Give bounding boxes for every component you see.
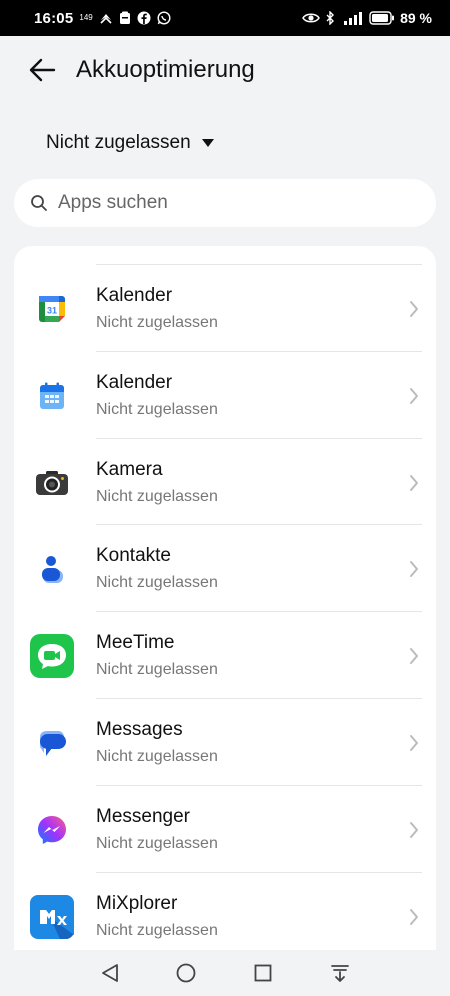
app-name: Kontakte [96,545,171,567]
filter-selected-value: Nicht zugelassen [46,132,191,153]
caret-down-icon [201,139,214,147]
chevron-right-icon [410,821,418,838]
bluetooth-icon [325,11,335,25]
battery-icon [369,11,395,25]
nav-home-button[interactable] [173,960,199,986]
recents-nav-icon [254,964,272,982]
app-name: Kalender [96,371,173,393]
search-icon [31,195,47,211]
app-status: Nicht zugelassen [96,487,218,505]
app-name: MeeTime [96,632,175,654]
app-status: Nicht zugelassen [96,574,218,592]
list-item[interactable]: Kalender Nicht zugelassen [14,352,436,439]
app-status: Nicht zugelassen [96,400,218,418]
notification-shade-icon [331,965,349,982]
network-speed: 149 [79,13,93,22]
app-header: Akkuoptimierung [0,36,450,102]
status-bar: 16:05 149 89 % [0,0,450,36]
nav-back-button[interactable] [97,960,123,986]
contacts-icon [30,547,74,591]
chevron-right-icon [410,561,418,578]
wallet-icon [119,11,131,25]
calendar-day: 31 [47,306,57,316]
chevron-right-icon [410,474,418,491]
list-item[interactable]: MiXplorer Nicht zugelassen [14,873,436,950]
page-title: Akkuoptimierung [76,56,255,83]
messenger-icon [30,808,74,852]
list-item[interactable]: Messages Nicht zugelassen [14,699,436,786]
home-nav-icon [176,963,196,983]
app-list: 31 Kalender Nicht zugelassen Kalender Ni… [14,246,436,950]
app-status: Nicht zugelassen [96,661,218,679]
app-status: Nicht zugelassen [96,748,218,765]
list-item[interactable]: MeeTime Nicht zugelassen [14,612,436,699]
mixplorer-icon [30,894,74,939]
back-nav-icon [102,964,118,982]
eye-icon [302,12,320,24]
app-name: Messenger [96,805,190,827]
meetime-icon [30,634,74,679]
chevron-right-icon [410,908,418,925]
list-item[interactable]: Messenger Nicht zugelassen [14,786,436,873]
app-name: Kamera [96,458,163,480]
chevron-right-icon [410,735,418,751]
list-item[interactable]: Kontakte Nicht zugelassen [14,525,436,613]
arrow-left-icon [29,58,56,82]
app-name: MiXplorer [96,892,178,914]
google-calendar-icon: 31 [30,287,74,331]
nav-recents-button[interactable] [250,960,276,986]
search-input[interactable]: Apps suchen [14,179,436,227]
list-item[interactable]: 31 Kalender Nicht zugelassen [14,265,436,352]
chevron-right-icon [410,387,418,404]
messages-icon [30,721,74,765]
notification-icon [99,11,113,25]
app-name: Kalender [96,285,173,306]
app-status: Nicht zugelassen [96,834,218,852]
app-name: Messages [96,719,183,740]
whatsapp-icon [157,11,171,25]
app-status: Nicht zugelassen [96,921,218,939]
filter-dropdown[interactable]: Nicht zugelassen [46,132,215,154]
battery-percent: 89 % [400,10,432,26]
chevron-right-icon [410,301,418,317]
calendar-icon [30,374,74,418]
app-status: Nicht zugelassen [96,314,218,331]
system-navigation-bar [0,950,450,996]
list-item[interactable]: Kamera Nicht zugelassen [14,439,436,526]
status-time: 16:05 [34,9,74,27]
signal-icon [340,11,364,25]
back-button[interactable] [26,54,58,86]
camera-icon [30,461,74,505]
search-placeholder: Apps suchen [58,192,168,213]
chevron-right-icon [410,648,418,665]
nav-notification-button[interactable] [327,960,353,986]
facebook-icon [137,11,151,25]
